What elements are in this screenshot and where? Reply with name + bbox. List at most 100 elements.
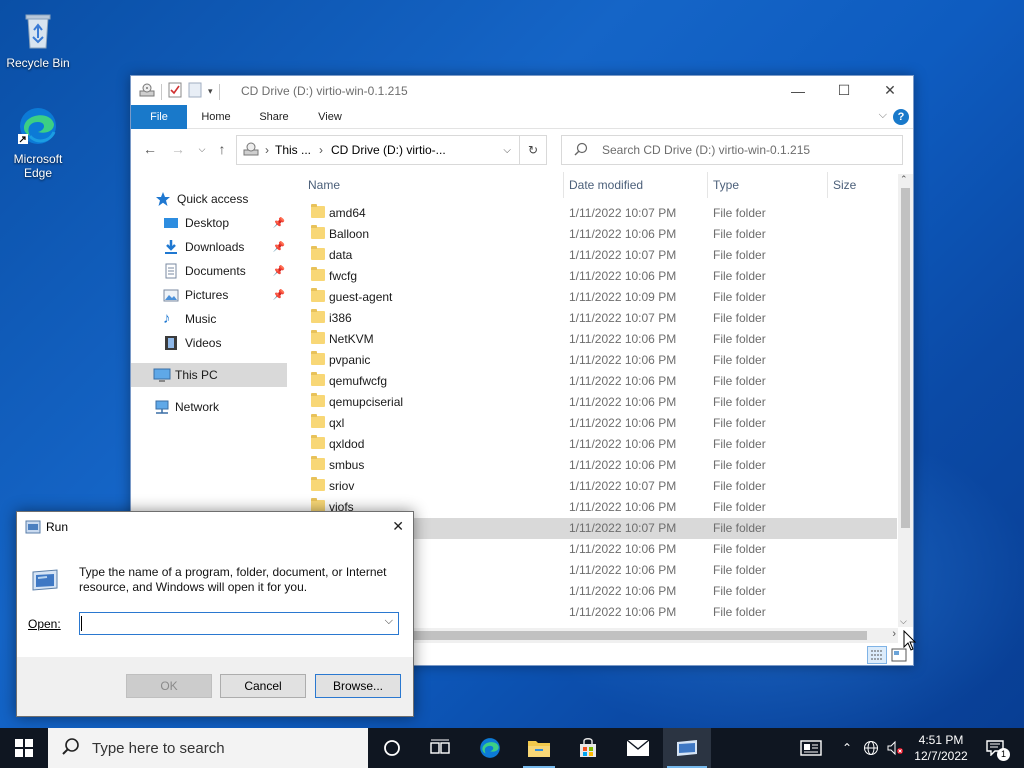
refresh-icon[interactable]: ↻ [520, 135, 547, 165]
file-date-modified: 1/11/2022 10:07 PM [569, 521, 677, 535]
breadcrumb-cd-drive[interactable]: CD Drive (D:) virtio-... [331, 143, 446, 157]
up-icon[interactable]: ↑ [213, 140, 231, 158]
file-row[interactable]: guest-agent 1/11/2022 10:09 PM File folder [301, 287, 897, 308]
taskbar-edge-button[interactable] [466, 728, 514, 768]
scroll-up-icon[interactable]: ⌃ [900, 174, 908, 185]
tab-home[interactable]: Home [193, 105, 239, 129]
file-name: sriov [329, 479, 355, 493]
search-box[interactable]: Search CD Drive (D:) virtio-win-0.1.215 [561, 135, 903, 165]
column-divider[interactable] [707, 172, 708, 198]
scroll-right-icon[interactable]: › [892, 628, 896, 640]
news-and-interests-button[interactable] [796, 728, 826, 768]
nav-desktop[interactable]: Desktop 📌 [163, 212, 285, 234]
browse-button[interactable]: Browse... [315, 674, 401, 698]
back-icon[interactable]: ← [141, 140, 159, 158]
address-bar[interactable]: › This ... › CD Drive (D:) virtio-... ⌵ [236, 135, 520, 165]
quick-access-toolbar: ▾ [139, 82, 220, 101]
file-row[interactable]: qxl 1/11/2022 10:06 PM File folder [301, 413, 897, 434]
chevron-down-icon[interactable]: ⌵ [385, 615, 393, 628]
help-icon[interactable]: ? [893, 109, 909, 125]
taskbar-file-explorer-button[interactable] [515, 728, 563, 768]
column-divider[interactable] [827, 172, 828, 198]
task-view-button[interactable] [416, 728, 464, 768]
ribbon-tabs: File Home Share View ⌵ ? [131, 105, 913, 129]
taskbar-store-button[interactable] [564, 728, 612, 768]
column-divider[interactable] [563, 172, 564, 198]
explorer-titlebar[interactable]: ▾ CD Drive (D:) virtio-win-0.1.215 — ☐ ✕ [131, 76, 913, 105]
file-row[interactable]: fwcfg 1/11/2022 10:06 PM File folder [301, 266, 897, 287]
new-folder-icon[interactable] [188, 82, 202, 101]
file-row[interactable]: qemufwcfg 1/11/2022 10:06 PM File folder [301, 371, 897, 392]
file-row[interactable]: qemupciserial 1/11/2022 10:06 PM File fold… [301, 392, 897, 413]
file-row[interactable]: data 1/11/2022 10:07 PM File folder [301, 245, 897, 266]
nav-pictures[interactable]: Pictures 📌 [163, 284, 285, 306]
column-header-size[interactable]: Size [833, 168, 856, 202]
column-header-name[interactable]: Name [308, 168, 340, 202]
column-header-type[interactable]: Type [713, 168, 739, 202]
column-header-date[interactable]: Date modified [569, 168, 643, 202]
file-row[interactable]: Balloon 1/11/2022 10:06 PM File folder [301, 224, 897, 245]
file-row[interactable]: i386 1/11/2022 10:07 PM File folder [301, 308, 897, 329]
address-dropdown-icon[interactable]: ⌵ [503, 145, 511, 156]
vertical-scroll-thumb[interactable] [901, 188, 910, 528]
file-date-modified: 1/11/2022 10:06 PM [569, 416, 677, 430]
scroll-down-icon[interactable]: ⌵ [900, 616, 907, 627]
volume-tray-button[interactable] [884, 728, 906, 768]
file-row[interactable]: NetKVM 1/11/2022 10:06 PM File folder [301, 329, 897, 350]
expand-ribbon-icon[interactable]: ⌵ [879, 109, 887, 122]
file-row[interactable]: smbus 1/11/2022 10:06 PM File folder [301, 455, 897, 476]
nav-quick-access[interactable]: Quick access [155, 188, 248, 210]
close-button[interactable]: ✕ [867, 76, 913, 105]
breadcrumb-this-pc[interactable]: This ... [275, 143, 311, 157]
file-row[interactable]: sriov 1/11/2022 10:07 PM File folder [301, 476, 897, 497]
open-input[interactable] [82, 614, 372, 633]
close-icon[interactable]: ✕ [392, 518, 404, 535]
nav-music[interactable]: ♪ Music [163, 308, 216, 330]
nav-network[interactable]: Network [153, 396, 219, 418]
nav-videos[interactable]: Videos [163, 332, 221, 354]
recent-locations-icon[interactable]: ⌵ [193, 140, 211, 158]
open-combobox[interactable]: ⌵ [79, 612, 399, 635]
run-titlebar[interactable]: Run ✕ [17, 512, 413, 542]
edge-shortcut[interactable]: Microsoft Edge [0, 104, 76, 180]
file-row[interactable]: amd64 1/11/2022 10:07 PM File folder [301, 203, 897, 224]
cancel-button[interactable]: Cancel [220, 674, 306, 698]
file-type: File folder [713, 353, 766, 367]
tab-file[interactable]: File [131, 105, 187, 129]
pin-icon[interactable]: 📌 [273, 218, 285, 229]
nav-documents[interactable]: Documents 📌 [163, 260, 285, 282]
action-center-button[interactable]: 1 [980, 728, 1010, 768]
taskbar-clock[interactable]: 4:51 PM 12/7/2022 [905, 732, 977, 764]
file-name: qemupciserial [329, 395, 404, 409]
tab-view[interactable]: View [307, 105, 353, 129]
cortana-button[interactable] [368, 728, 416, 768]
pin-icon[interactable]: 📌 [273, 242, 285, 253]
nav-label: Videos [185, 336, 222, 350]
folder-icon [528, 741, 550, 757]
tab-share[interactable]: Share [251, 105, 297, 129]
forward-icon[interactable]: → [169, 140, 187, 158]
language-tray-button[interactable] [860, 728, 882, 768]
minimize-button[interactable]: — [775, 76, 821, 105]
taskbar-search-box[interactable]: Type here to search [48, 728, 368, 768]
details-view-icon[interactable] [867, 646, 887, 664]
ok-button[interactable]: OK [126, 674, 212, 698]
pin-icon[interactable]: 📌 [273, 290, 285, 301]
search-icon [62, 737, 80, 759]
vertical-scrollbar[interactable]: ⌃ ⌵ [898, 174, 913, 627]
nav-downloads[interactable]: Downloads 📌 [163, 236, 285, 258]
file-row[interactable]: pvpanic 1/11/2022 10:06 PM File folder [301, 350, 897, 371]
taskbar-run-button[interactable] [663, 728, 711, 768]
nav-this-pc[interactable]: This PC [131, 363, 287, 387]
show-hidden-icons-button[interactable]: ⌃ [838, 728, 856, 768]
taskbar-mail-button[interactable] [614, 728, 662, 768]
file-row[interactable]: qxldod 1/11/2022 10:06 PM File folder [301, 434, 897, 455]
recycle-bin-shortcut[interactable]: Recycle Bin [0, 8, 76, 70]
pin-icon[interactable]: 📌 [273, 266, 285, 277]
file-type: File folder [713, 227, 766, 241]
properties-icon[interactable] [168, 82, 182, 101]
horizontal-scroll-thumb[interactable] [411, 631, 867, 640]
customize-qat-icon[interactable]: ▾ [208, 86, 213, 97]
start-button[interactable] [0, 728, 48, 768]
maximize-button[interactable]: ☐ [821, 76, 867, 105]
